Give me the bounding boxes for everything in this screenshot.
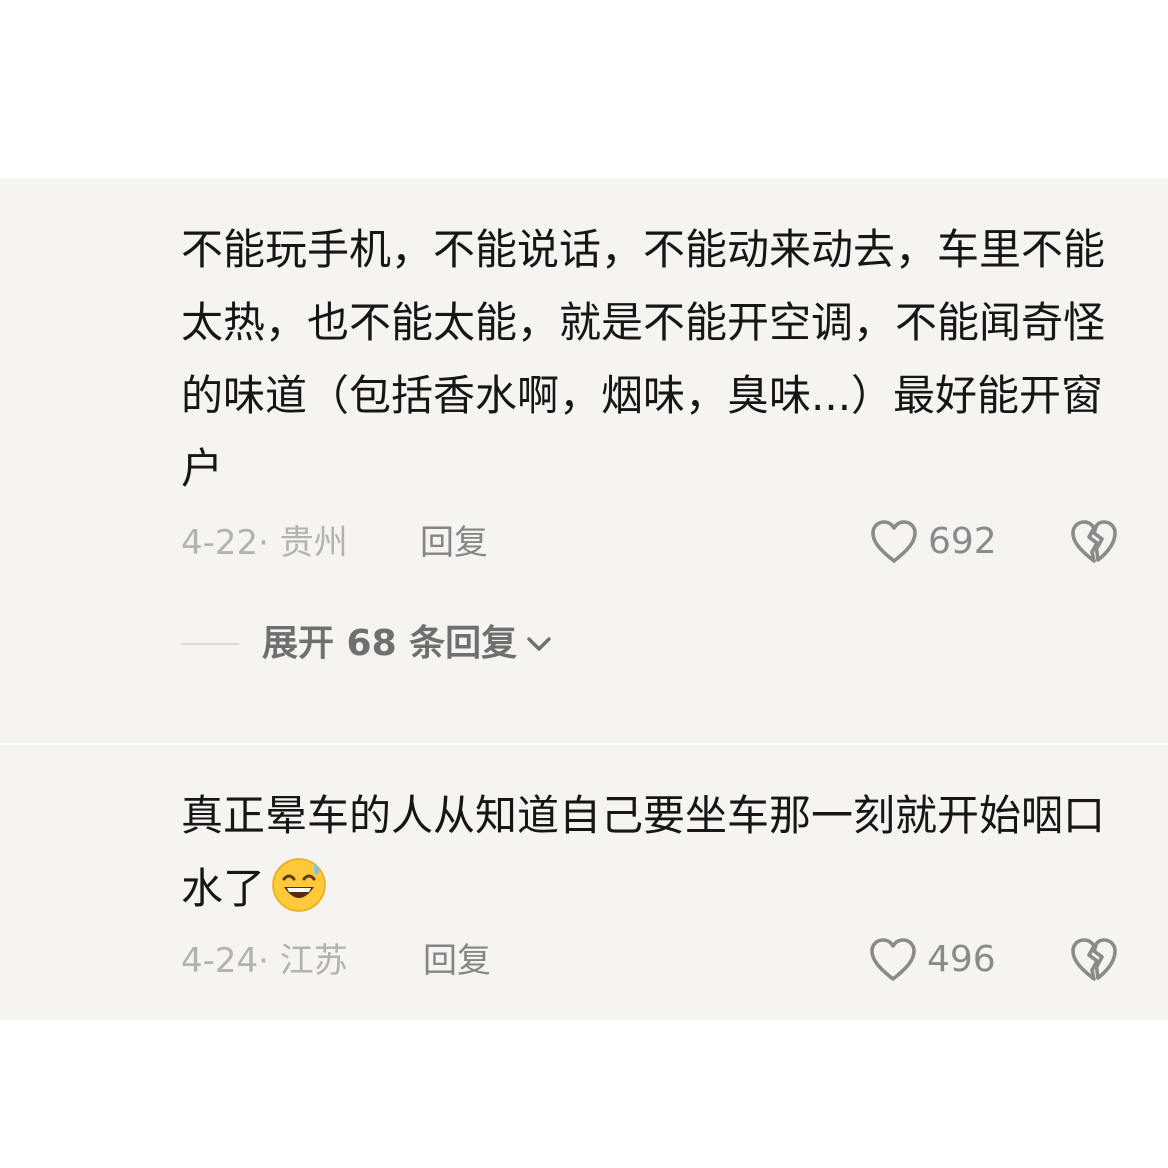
comment-text: 真正晕车的人从知道自己要坐车那一刻就开始咽口水了 [181,779,1111,925]
dislike-button[interactable] [1070,937,1118,983]
reply-button[interactable]: 回复 [423,941,491,981]
grinning-sweat-emoji [272,858,326,912]
comment-date-location: 4-22· 贵州 [181,523,348,563]
expand-divider [181,643,239,645]
like-button[interactable]: 692 [870,518,997,566]
heart-outline-icon [871,520,917,563]
like-count: 692 [928,521,997,562]
comment-text: 不能玩手机，不能说话，不能动来动去，车里不能太热，也不能太能，就是不能开空调，不… [181,225,1106,493]
reply-button[interactable]: 回复 [420,523,488,563]
chevron-down-icon [527,637,551,651]
dislike-button[interactable] [1070,519,1118,565]
broken-heart-icon [1071,520,1117,563]
heart-outline-icon [870,938,916,981]
expand-replies-label: 展开 68 条回复 [262,623,518,664]
expand-replies-button[interactable]: 展开 68 条回复 [262,622,555,666]
like-count: 496 [927,939,996,980]
broken-heart-icon [1071,938,1117,981]
like-button[interactable]: 496 [869,936,996,984]
comment-date-location: 4-24· 江苏 [181,941,348,981]
